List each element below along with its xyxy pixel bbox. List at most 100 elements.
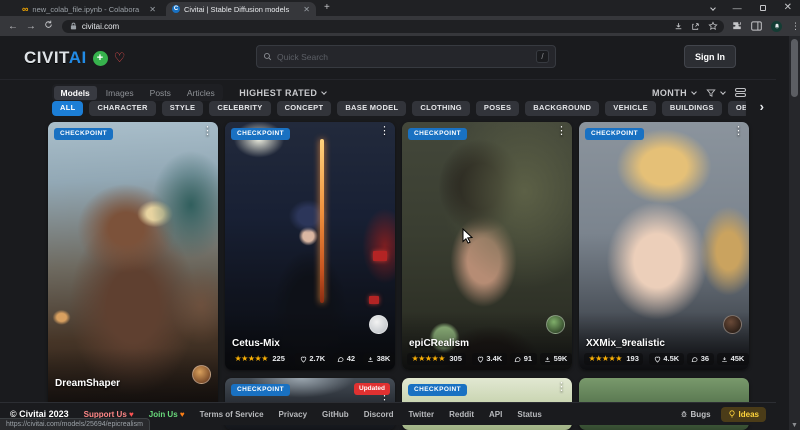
footer-link-terms-of-service[interactable]: Terms of Service [200,410,264,419]
civitai-favicon-icon: C [172,5,180,13]
civitai-logo[interactable]: CIVITAI + ♡ [24,48,126,68]
card-menu-icon[interactable]: ⋮ [556,126,567,137]
neon-sign-detail [320,139,324,303]
tag-vehicle[interactable]: VEHICLE [605,101,656,116]
share-icon[interactable] [691,22,700,31]
model-card-xxmix9realistic[interactable]: CHECKPOINT ⋮ XXMix_9realistic ★★★★★193 4… [579,122,749,370]
layout-toggle-icon[interactable] [735,88,746,97]
browser-tab-colab[interactable]: ∞ new_colab_file.ipynb - Colabora ✕ [16,2,162,16]
tag-base-model[interactable]: BASE MODEL [337,101,406,116]
tag-clothing[interactable]: CLOTHING [412,101,470,116]
search-box[interactable]: / [256,45,556,68]
category-tag-row: ALL CHARACTER STYLE CELEBRITY CONCEPT BASE MO… [52,101,746,116]
card-menu-icon[interactable]: ⋮ [202,126,213,137]
back-button[interactable]: ← [4,21,22,32]
tag-character[interactable]: CHARACTER [89,101,155,116]
likes-pill[interactable]: 3.4K [472,353,506,365]
tag-concept[interactable]: CONCEPT [277,101,332,116]
ideas-button[interactable]: Ideas [721,407,766,422]
scrollbar-down-arrow[interactable]: ▼ [789,422,800,429]
bookmark-star-icon[interactable] [708,21,718,31]
rating-pill[interactable]: ★★★★★225 [230,353,289,365]
chrome-menu-icon[interactable]: ⋮ [791,21,800,32]
checkpoint-badge: CHECKPOINT [54,128,113,140]
browser-tab-civitai[interactable]: C Civitai | Stable Diffusion models ✕ [166,2,316,16]
tab-close-icon[interactable]: ✕ [149,5,156,14]
comments-count: 36 [701,355,709,363]
footer-link-privacy[interactable]: Privacy [279,410,307,419]
logo-text-civit: CIVIT [24,48,69,67]
likes-pill[interactable]: 2.7K [295,353,329,365]
segment-posts[interactable]: Posts [143,86,178,100]
scrollbar-thumb[interactable] [791,39,798,97]
address-bar[interactable]: civitai.com [62,20,724,33]
footer-link-discord[interactable]: Discord [364,410,394,419]
maximize-button[interactable] [760,5,766,11]
page-scrollbar[interactable]: ▼ [789,36,800,430]
downloads-pill[interactable]: 38K [363,353,395,365]
rating-pill[interactable]: ★★★★★193 [584,353,643,365]
period-dropdown[interactable]: MONTH [652,88,696,98]
chrome-profile-chevron-icon[interactable] [710,5,716,11]
creator-avatar[interactable] [723,315,742,334]
rating-pill[interactable]: ★★★★★305 [407,353,466,365]
reload-button[interactable] [40,20,58,32]
comment-icon [691,356,698,363]
bugs-button[interactable]: Bugs [680,410,711,419]
model-card-dreamshaper[interactable]: CHECKPOINT ⋮ DreamShaper [48,122,218,418]
forward-button[interactable]: → [22,21,40,32]
tag-celebrity[interactable]: CELEBRITY [209,101,270,116]
url-text[interactable]: civitai.com [82,22,716,31]
new-tab-button[interactable]: + [324,2,330,13]
filter-dropdown[interactable] [706,88,725,98]
footer-link-reddit[interactable]: Reddit [449,410,474,419]
create-plus-button[interactable]: + [93,51,108,66]
creator-avatar[interactable] [369,315,388,334]
likes-pill[interactable]: 4.5K [649,353,683,365]
segment-models[interactable]: Models [54,86,97,100]
tags-scroll-right-button[interactable]: › [744,99,764,117]
support-heart-icon[interactable]: ♡ [114,50,126,66]
slash-shortcut-hint: / [536,50,549,63]
tag-buildings[interactable]: BUILDINGS [662,101,722,116]
card-menu-icon[interactable]: ⋮ [379,126,390,137]
tag-style[interactable]: STYLE [162,101,204,116]
close-window-button[interactable]: ✕ [784,2,792,13]
mouse-cursor [462,228,474,244]
comments-pill[interactable]: 42 [333,353,360,365]
tab-title: new_colab_file.ipynb - Colabora [32,5,145,14]
minimize-button[interactable]: — [733,3,742,13]
extensions-puzzle-icon[interactable] [732,21,742,31]
sign-in-button[interactable]: Sign In [684,45,736,68]
side-panel-icon[interactable] [751,21,762,31]
tag-background[interactable]: BACKGROUND [525,101,599,116]
comments-pill[interactable]: 91 [510,353,537,365]
footer-link-status[interactable]: Status [517,410,541,419]
model-card-epicrealism[interactable]: CHECKPOINT ⋮ epiCRealism ★★★★★305 3.4K 9… [402,122,572,370]
tab-close-icon[interactable]: ✕ [303,5,310,14]
comment-icon [337,356,344,363]
profile-avatar[interactable] [771,21,782,32]
downloads-pill[interactable]: 59K [540,353,572,365]
search-input[interactable] [277,52,531,62]
segment-images[interactable]: Images [99,86,141,100]
card-menu-icon[interactable]: ⋮ [733,126,744,137]
comments-pill[interactable]: 36 [687,353,714,365]
creator-avatar[interactable] [192,365,211,384]
footer-link-join-us[interactable]: Join Us ♥ [149,410,185,419]
creator-avatar[interactable] [546,315,565,334]
civitai-models-page: { "browser": { "tabs": [ { "title": "new… [0,0,800,430]
footer-link-api[interactable]: API [489,410,502,419]
bell-icon [774,23,780,29]
footer-link-github[interactable]: GitHub [322,410,349,419]
card-menu-icon[interactable]: ⋮ [556,382,567,393]
downloads-pill[interactable]: 45K [717,353,749,365]
segment-articles[interactable]: Articles [180,86,222,100]
model-card-cetus-mix[interactable]: CHECKPOINT ⋮ Cetus-Mix ★★★★★225 2.7K 42 … [225,122,395,370]
tag-all[interactable]: ALL [52,101,83,116]
tag-poses[interactable]: POSES [476,101,519,116]
footer-link-twitter[interactable]: Twitter [408,410,434,419]
install-icon[interactable] [674,22,683,31]
sort-dropdown[interactable]: HIGHEST RATED [239,88,326,98]
toolbar-extensions-area: ⋮ [732,21,800,32]
